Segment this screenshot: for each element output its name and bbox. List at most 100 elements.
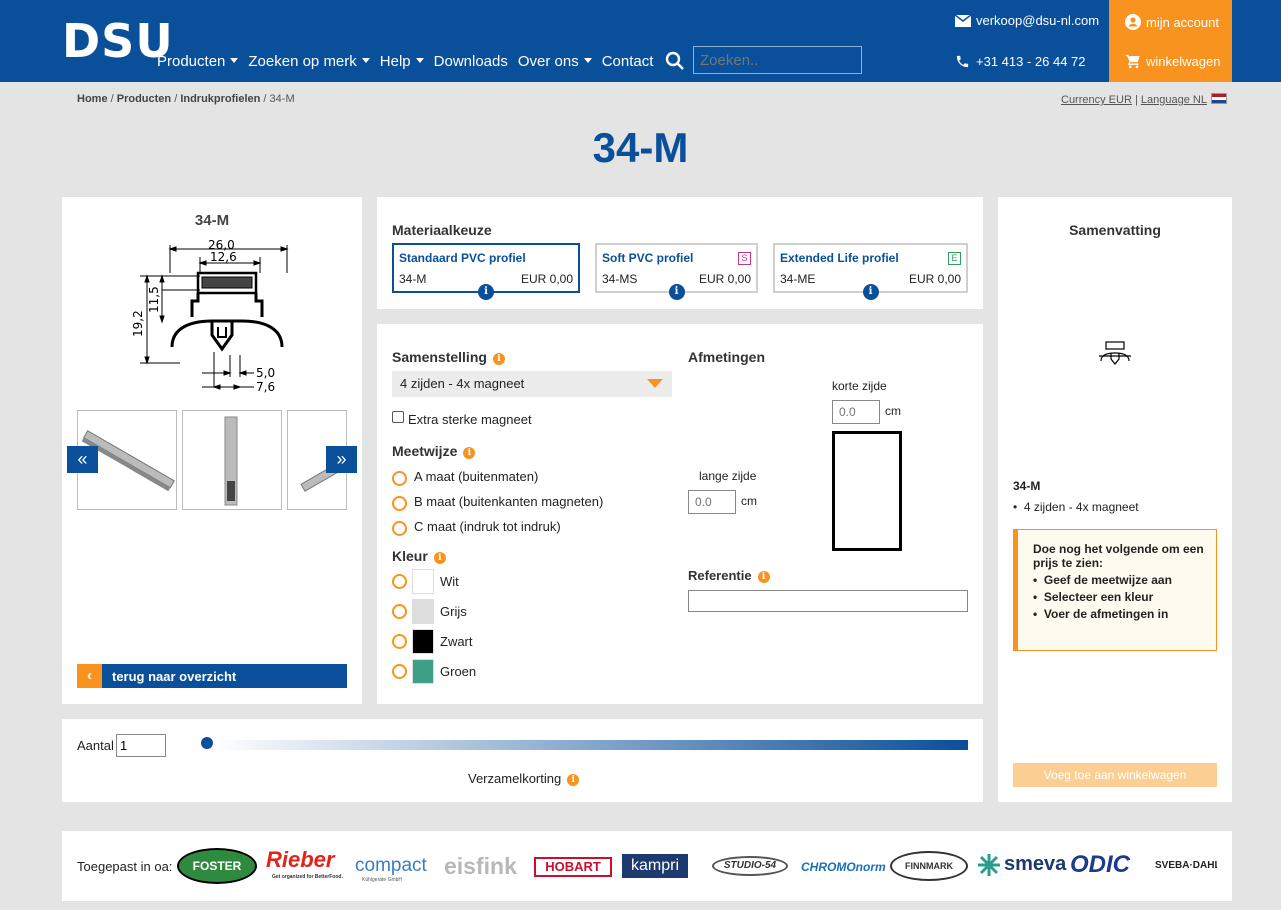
brand-logo-eisfink[interactable]: eisfink [444, 853, 517, 880]
kleur-radio-groen[interactable] [392, 664, 407, 679]
nav-contact[interactable]: Contact [602, 53, 654, 70]
extra-magneet-label: Extra sterke magneet [408, 412, 532, 427]
meetwijze-radio-c[interactable] [392, 521, 407, 536]
brand-logo-rieber[interactable]: Rieber [266, 847, 334, 873]
brand-logo-smeva[interactable]: smeva [1004, 853, 1066, 876]
swatch-zwart[interactable] [412, 629, 434, 654]
product-name: 34-M [194, 212, 230, 229]
brand-logo-sveba-dahlen[interactable]: SVEBA·DAHLEN [1155, 860, 1217, 871]
info-icon[interactable]: i [433, 552, 446, 564]
lange-zijde-input[interactable] [688, 490, 736, 514]
kleur-groen: Groen [440, 664, 477, 679]
brand-logo-foster[interactable]: FOSTER [177, 848, 257, 884]
profile-option-extended[interactable]: Extended Life profiel E 34-ME EUR 0,00 i [773, 243, 968, 300]
meetwijze-radio-a[interactable] [392, 471, 407, 486]
language-link[interactable]: Language NL [1141, 94, 1207, 106]
email-text: verkoop@dsu-nl.com [976, 13, 1100, 28]
smeva-snowflake-icon [978, 854, 1000, 876]
search-input[interactable] [693, 46, 862, 74]
breadcrumb: Home / Producten / Indrukprofielen / 34-… [77, 93, 295, 105]
my-account-link[interactable]: mijn account [1125, 14, 1219, 30]
breadcrumb-indrukprofielen[interactable]: Indrukprofielen [180, 93, 260, 105]
search-icon[interactable] [665, 51, 685, 71]
discount-slider-track[interactable] [212, 740, 968, 750]
brand-compact-tagline: Kühlgeräte GmbH [362, 877, 403, 883]
breadcrumb-producten[interactable]: Producten [117, 93, 171, 105]
breadcrumb-home[interactable]: Home [77, 93, 108, 105]
account-box: mijn account winkelwagen [1109, 0, 1232, 82]
brands-bar: Toegepast in oa: FOSTER Rieber Get organ… [62, 831, 1232, 901]
phone-contact[interactable]: +31 413 - 26 44 72 [955, 54, 1086, 69]
lange-zijde-unit: cm [741, 494, 757, 508]
nav-producten[interactable]: Producten [157, 53, 238, 70]
discount-slider-handle[interactable] [201, 737, 213, 749]
info-icon[interactable]: i [757, 571, 770, 583]
brand-logo-kampri[interactable]: kampri [622, 854, 688, 878]
meetwijze-option-a: A maat (buitenmaten) [414, 469, 539, 484]
material-title: Materiaalkeuze [392, 222, 492, 238]
brand-logo-studio54[interactable]: STUDIO-54 [712, 856, 788, 876]
brand-logo-chromonorm[interactable]: CHROMOnorm [801, 860, 886, 874]
profile-thumbnail-image [224, 416, 238, 506]
info-icon[interactable]: i [492, 353, 505, 365]
dim-height-outer: 19,2 [132, 310, 145, 337]
extra-magneet-checkbox[interactable] [392, 411, 404, 423]
chevron-left-icon: ‹ [77, 664, 102, 688]
korte-zijde-input[interactable] [832, 400, 880, 424]
profile-option-standard[interactable]: Standaard PVC profiel 34-M EUR 0,00 i [392, 243, 580, 300]
config-panel: Samenstelling i 4 zijden - 4x magneet Ext… [377, 324, 983, 704]
lange-zijde-label: lange zijde [699, 469, 757, 483]
brand-logo-compact[interactable]: compact [355, 855, 427, 877]
site-header: DSU Producten Zoeken op merk Help Downlo… [0, 0, 1281, 82]
profile-option-soft[interactable]: Soft PVC profiel S 34-MS EUR 0,00 i [595, 243, 758, 300]
info-icon[interactable]: i [567, 774, 580, 786]
thumbnail-2[interactable] [182, 410, 282, 510]
kleur-radio-grijs[interactable] [392, 604, 407, 619]
meetwijze-radio-b[interactable] [392, 496, 407, 511]
meetwijze-option-b: B maat (buitenkanten magneten) [414, 494, 604, 509]
profile-drawing: 26,0 12,6 19,2 11,5 5,0 7,6 [132, 238, 289, 394]
account-icon [1125, 14, 1141, 30]
meetwijze-label: Meetwijze i [392, 443, 476, 459]
email-contact[interactable]: verkoop@dsu-nl.com [955, 13, 1099, 28]
swatch-groen[interactable] [412, 659, 434, 684]
info-icon[interactable]: i [463, 447, 476, 459]
swatch-wit[interactable] [412, 569, 434, 594]
breadcrumb-current: 34-M [269, 93, 295, 105]
cart-link[interactable]: winkelwagen [1125, 54, 1220, 69]
info-icon[interactable]: i [862, 284, 879, 300]
meetwijze-option-c: C maat (indruk tot indruk) [414, 519, 561, 534]
brand-logo-odic[interactable]: ODIC [1070, 851, 1130, 879]
phone-icon [956, 55, 969, 68]
kleur-wit: Wit [440, 574, 459, 589]
samenstelling-select[interactable]: 4 zijden - 4x magneet [392, 371, 672, 397]
summary-item: • 4 zijden - 4x magneet [1013, 500, 1139, 514]
profile-small-icon [1099, 341, 1131, 365]
kleur-grijs: Grijs [440, 604, 467, 619]
todo-title: Doe nog het volgende om een prijs te zie… [1033, 542, 1204, 570]
nav-over-ons[interactable]: Over ons [518, 53, 592, 70]
currency-link[interactable]: Currency EUR [1061, 94, 1132, 106]
kleur-radio-wit[interactable] [392, 574, 407, 589]
swatch-grijs[interactable] [412, 599, 434, 624]
todo-item-2: Selecteer een kleur [1043, 590, 1154, 604]
back-to-overview-button[interactable]: ‹ terug naar overzicht [77, 664, 347, 688]
todo-box: Doe nog het volgende om een prijs te zie… [1013, 529, 1217, 651]
nav-downloads[interactable]: Downloads [434, 53, 508, 70]
carousel-next-button[interactable]: » [326, 446, 357, 473]
add-to-cart-button[interactable]: Voeg toe aan winkelwagen [1013, 763, 1217, 787]
summary-product: 34-M [1013, 479, 1041, 493]
info-icon[interactable]: i [478, 284, 494, 300]
kleur-label: Kleur i [392, 548, 446, 564]
referentie-input[interactable] [688, 590, 968, 612]
aantal-input[interactable] [116, 734, 166, 757]
nav-zoeken-op-merk[interactable]: Zoeken op merk [248, 53, 369, 70]
info-icon[interactable]: i [668, 284, 685, 300]
brand-logo-hobart[interactable]: HOBART [534, 857, 612, 877]
product-image-panel: 34-M 26,0 12,6 19,2 11,5 5,0 7,6 « » ‹ t… [62, 197, 362, 704]
kleur-radio-zwart[interactable] [392, 634, 407, 649]
brand-logo-finnmark[interactable]: FINNMARK [890, 851, 968, 881]
nav-help[interactable]: Help [380, 53, 424, 70]
carousel-prev-button[interactable]: « [67, 446, 98, 473]
todo-item-3: Voer de afmetingen in [1043, 607, 1169, 621]
